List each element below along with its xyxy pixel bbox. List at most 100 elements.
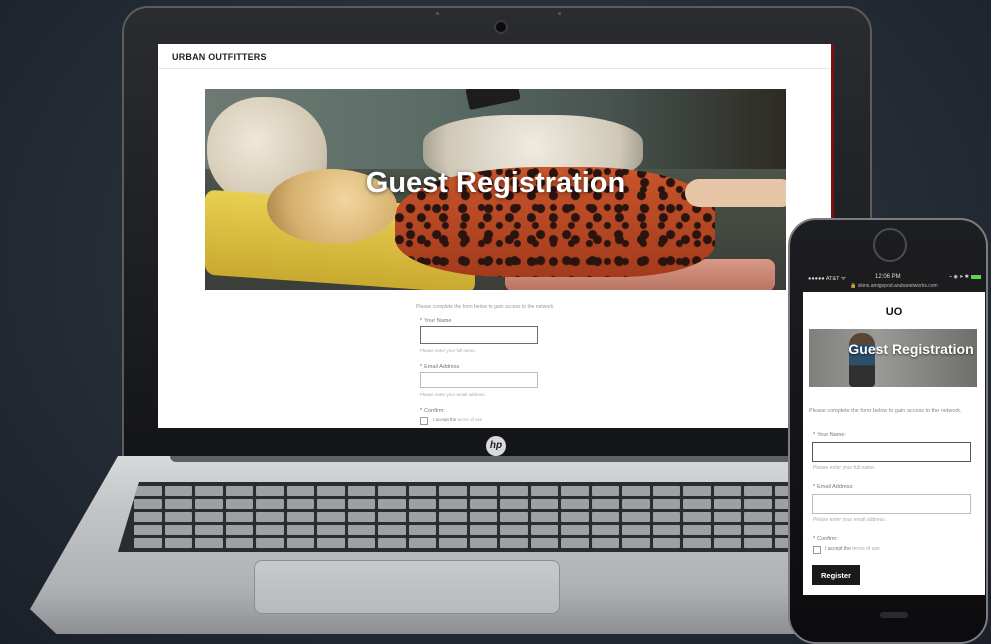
keyboard-key [591,499,619,509]
header-divider [158,68,831,69]
accept-terms-label: I accept the terms of use [433,417,483,422]
terms-link[interactable]: terms of use [458,417,483,422]
keyboard-key [134,499,162,509]
hp-logo: hp [486,436,506,456]
keyboard-key [591,512,619,522]
accept-terms-checkbox[interactable] [420,417,428,425]
name-input[interactable] [420,326,538,344]
keyboard-key [378,512,406,522]
clock: 12:06 PM [875,274,901,280]
confirm-label: * Confirm: [813,536,838,542]
keyboard-key [317,486,345,496]
phone-screen: ●●●●● AT&T ᯤ 12:06 PM ⌁ ◉ ➤ ✱ 🔒 skins.am… [803,272,985,595]
keyboard-key [683,499,711,509]
keyboard-key [652,525,680,535]
keyboard-key [256,525,284,535]
keyboard-key [591,538,619,548]
hero-title: Guest Registration [365,167,626,199]
keyboard-key [225,538,253,548]
keyboard-key [347,499,375,509]
keyboard-key [225,512,253,522]
hero-title: Guest Registration [848,341,974,357]
email-label: * Email Address: [813,484,854,490]
terms-link[interactable]: terms of use [852,546,880,552]
form-intro: Please complete the form below to gain a… [416,304,555,310]
keyboard-key [713,486,741,496]
accept-terms-checkbox[interactable] [813,546,821,554]
carrier-label: ●●●●● AT&T ᯤ [808,276,846,282]
keyboard-key [713,538,741,548]
phone-status-bar: ●●●●● AT&T ᯤ 12:06 PM ⌁ ◉ ➤ ✱ 🔒 skins.am… [803,272,985,292]
keyboard-key [347,512,375,522]
name-input[interactable] [812,442,971,462]
keyboard-key [408,499,436,509]
laptop-hinge [170,456,820,462]
email-hint: Please enter your email address. [813,517,887,523]
keyboard-key [622,512,650,522]
keyboard-key [378,538,406,548]
keyboard-key [469,525,497,535]
email-input[interactable] [420,372,538,388]
keyboard-key [713,499,741,509]
keyboard-key [683,525,711,535]
brand-logo[interactable]: UO [803,306,985,318]
register-button[interactable]: Register [812,565,860,585]
keyboard-key [561,486,589,496]
keyboard-key [164,486,192,496]
keyboard-key [408,525,436,535]
name-label: * Your Name: [813,432,846,438]
keyboard-key [561,538,589,548]
keyboard-key [378,486,406,496]
keyboard-key [347,538,375,548]
name-hint: Please enter your full name. [420,348,477,353]
keyboard-key [408,486,436,496]
keyboard-key [530,538,558,548]
keyboard-key [622,499,650,509]
keyboard-key [286,499,314,509]
keyboard-key [134,512,162,522]
keyboard-key [500,538,528,548]
keyboard-key [134,538,162,548]
keyboard-key [713,525,741,535]
keyboard-key [225,486,253,496]
keyboard-key [347,525,375,535]
hero-image: Guest Registration [205,89,786,290]
keyboard-key [439,486,467,496]
keyboard-key [134,486,162,496]
keyboard-key [256,512,284,522]
keyboard-key [225,499,253,509]
keyboard-key [439,525,467,535]
keyboard-key [195,512,223,522]
keyboard-key [622,538,650,548]
keyboard-key [500,525,528,535]
keyboard-key [164,538,192,548]
trackpad[interactable] [254,560,560,614]
keyboard-key [744,525,772,535]
keyboard-key [164,525,192,535]
keyboard-key [378,525,406,535]
brand-logo[interactable]: URBAN OUTFITTERS [172,52,267,62]
keyboard-key [195,486,223,496]
keyboard-key [561,525,589,535]
keyboard-key [469,499,497,509]
keyboard-key [500,499,528,509]
keyboard-key [561,499,589,509]
keyboard-key [622,486,650,496]
keyboard-key [469,538,497,548]
keyboard-key [164,499,192,509]
keyboard-key [500,486,528,496]
keyboard-key [652,486,680,496]
email-input[interactable] [812,494,971,514]
email-label: * Email Address [420,364,460,370]
keyboard-key [134,525,162,535]
name-label: * Your Name [420,318,452,324]
keyboard-key [439,538,467,548]
keyboard-key [500,512,528,522]
url-bar[interactable]: 🔒 skins.amigopod.arubanetworks.com [803,283,985,289]
keyboard-key [561,512,589,522]
keyboard-key [744,538,772,548]
keyboard-key [530,499,558,509]
keyboard-key [683,512,711,522]
keyboard-key [469,512,497,522]
keyboard-key [652,512,680,522]
